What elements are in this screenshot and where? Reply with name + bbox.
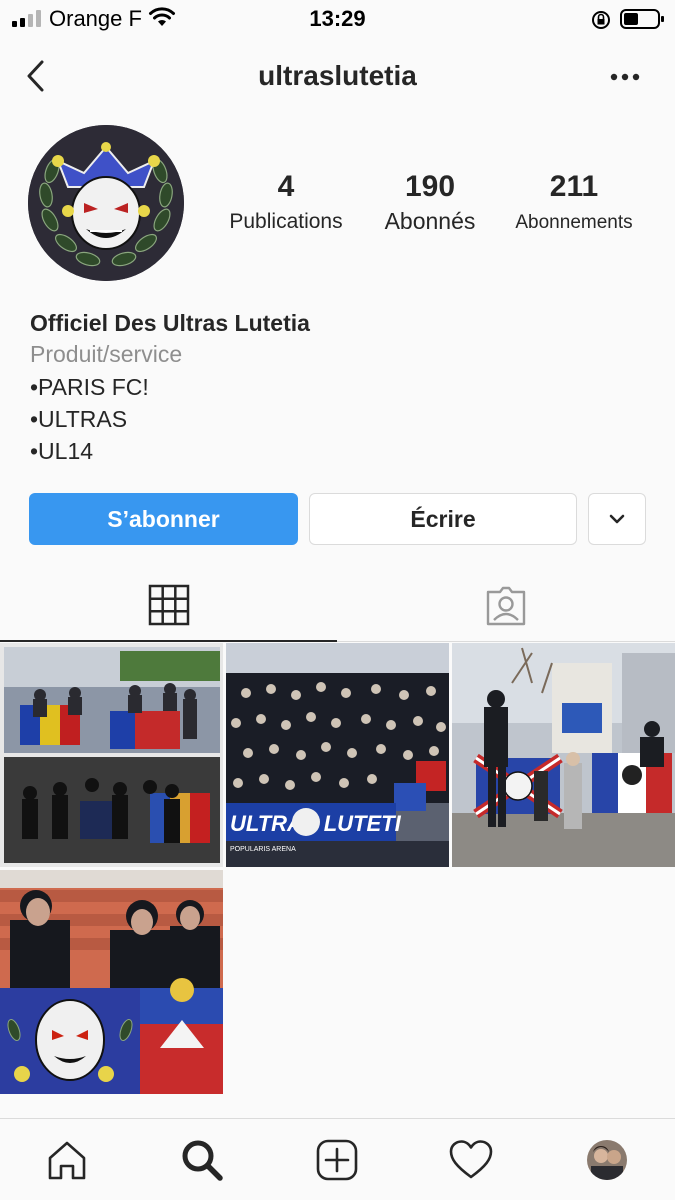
heart-icon	[449, 1140, 493, 1179]
username-title: ultraslutetia	[258, 60, 417, 91]
suggestions-dropdown-button[interactable]	[588, 493, 646, 545]
grid-icon	[148, 584, 189, 626]
add-post-icon	[316, 1139, 358, 1181]
bio-line: •PARIS FC!	[30, 374, 149, 400]
post-image	[0, 870, 223, 1094]
user-avatar	[587, 1140, 627, 1180]
profile-header-bar: ultraslutetia	[0, 50, 675, 102]
bottom-tab-bar	[0, 1118, 675, 1200]
message-button[interactable]: Écrire	[309, 493, 577, 545]
more-options-icon[interactable]	[606, 64, 646, 90]
tab-tagged-posts[interactable]	[337, 570, 674, 642]
followers-count-label: Abonnés	[384, 208, 476, 234]
posts-count-value: 4	[277, 170, 295, 203]
profile-avatar[interactable]	[28, 125, 184, 281]
battery-icon	[620, 9, 664, 29]
chevron-down-icon	[609, 514, 625, 524]
following-count-value: 211	[549, 170, 599, 203]
post-thumbnail[interactable]	[452, 643, 675, 867]
tagged-person-icon	[486, 586, 525, 626]
search-icon	[182, 1140, 223, 1181]
jester-logo-image	[28, 125, 184, 281]
profile-bio: Officiel Des Ultras Lutetia Produit/serv…	[30, 308, 650, 467]
posts-count: 4 Publications	[218, 170, 354, 234]
tab-add-post[interactable]	[312, 1135, 362, 1185]
posts-grid: ULTRAS LUTETI POPULARIS ARENA	[0, 643, 675, 1096]
post-thumbnail[interactable]	[0, 870, 223, 1094]
post-image	[452, 643, 675, 867]
profile-display-name: Officiel Des Ultras Lutetia	[30, 310, 310, 336]
banner-subtext: POPULARIS ARENA	[230, 846, 296, 853]
post-thumbnail[interactable]	[0, 643, 223, 867]
bio-line: •UL14	[30, 438, 94, 464]
status-bar: Orange F 13:29	[0, 0, 675, 40]
tab-grid-posts[interactable]	[0, 570, 337, 642]
clock: 13:29	[309, 6, 366, 31]
profile-content-tabs	[0, 570, 675, 642]
following-count-label: Abonnements	[515, 212, 633, 233]
tab-search[interactable]	[177, 1135, 227, 1185]
post-image	[0, 643, 223, 867]
post-thumbnail[interactable]: ULTRAS LUTETI POPULARIS ARENA	[226, 643, 449, 867]
home-icon	[48, 1141, 86, 1180]
followers-count-value: 190	[404, 170, 456, 203]
user-avatar-image	[587, 1140, 627, 1180]
orientation-lock-icon	[592, 11, 610, 29]
profile-stats: 4 Publications 190 Abonnés 211 Abonnemen…	[200, 170, 675, 240]
tab-profile[interactable]	[582, 1135, 632, 1185]
bio-line: •ULTRAS	[30, 406, 128, 432]
followers-count[interactable]: 190 Abonnés	[370, 170, 490, 235]
following-count[interactable]: 211 Abonnements	[504, 170, 644, 234]
posts-count-label: Publications	[229, 210, 343, 233]
post-image: ULTRAS LUTETI POPULARIS ARENA	[226, 643, 449, 867]
profile-category: Produit/service	[30, 341, 183, 367]
tab-home[interactable]	[42, 1135, 92, 1185]
tab-activity[interactable]	[446, 1135, 496, 1185]
follow-button[interactable]: S’abonner	[29, 493, 298, 545]
